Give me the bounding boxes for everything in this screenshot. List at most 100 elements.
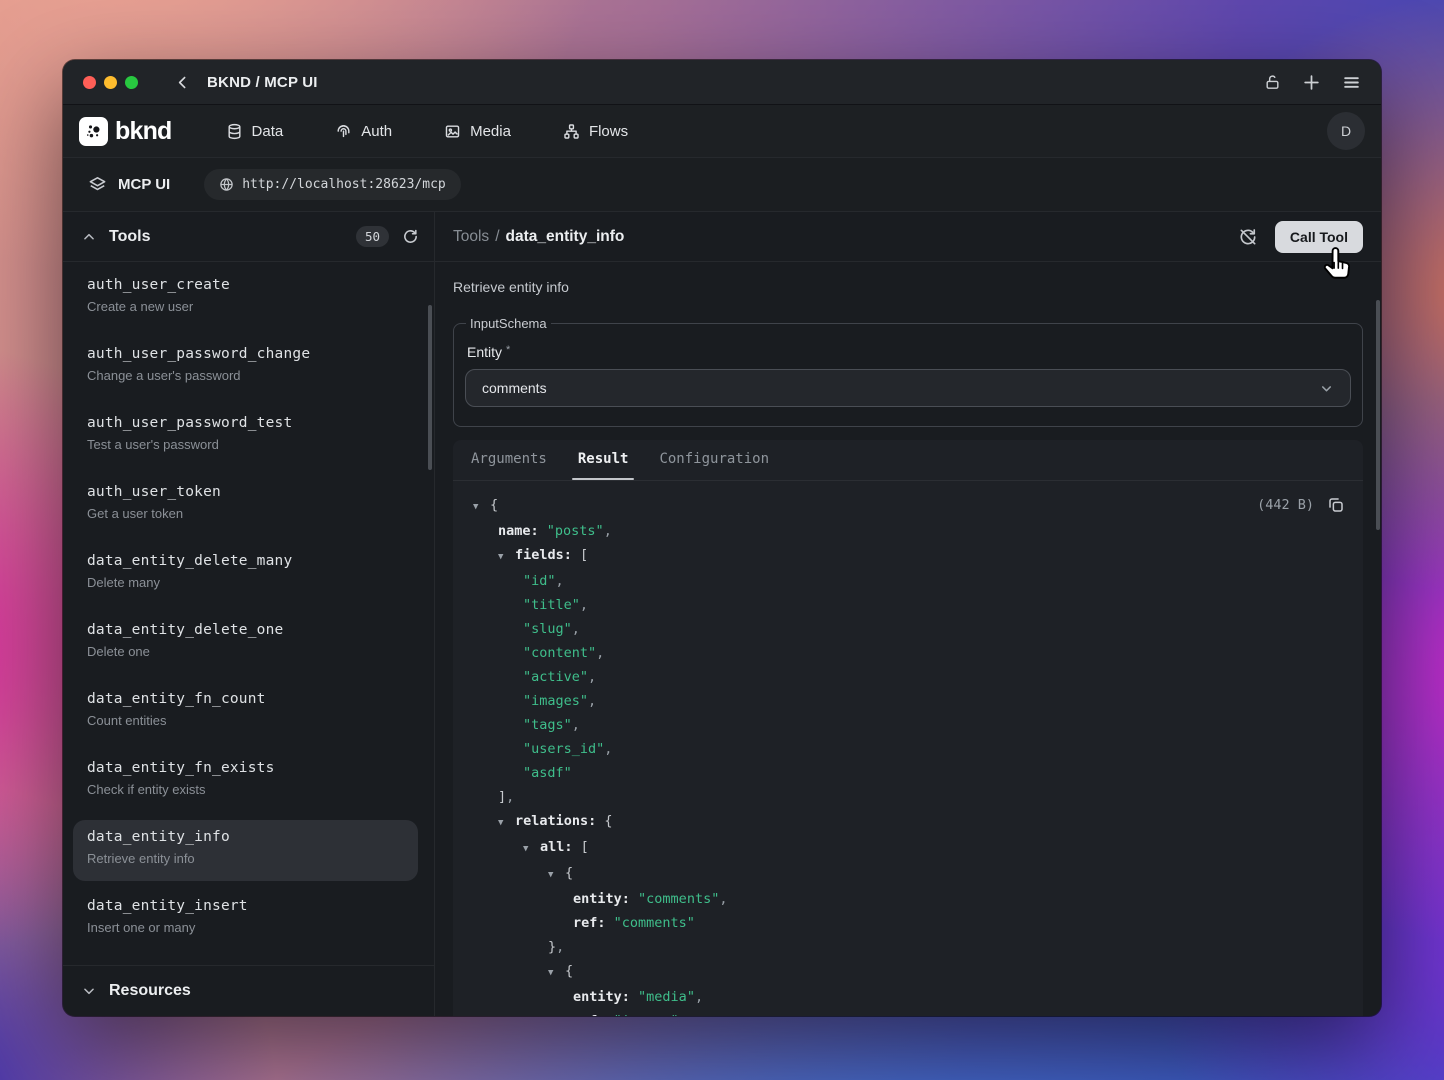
server-url[interactable]: http://localhost:28623/mcp [204,169,461,200]
tool-name: data_entity_info [87,829,404,845]
json-segment: , [572,621,580,637]
globe-icon [219,177,234,192]
tab-bar: Arguments Result Configuration [453,440,1363,481]
json-line: ▼{ [463,493,1347,519]
json-line: entity: "media", [463,985,1347,1009]
json-line: ▼fields: [ [463,543,1347,569]
tool-item-data_entity_insert[interactable]: data_entity_insertInsert one or many [73,889,418,950]
json-segment: "asdf" [523,765,572,781]
json-segment: "users_id" [523,741,604,757]
json-segment: "id" [523,573,556,589]
tool-item-data_entity_delete_one[interactable]: data_entity_delete_one Delete one [73,613,418,674]
json-line: }, [463,935,1347,959]
call-tool-button[interactable]: Call Tool [1275,221,1363,253]
traffic-lights [83,76,138,89]
refresh-icon[interactable] [402,228,419,245]
entity-select[interactable]: comments [465,369,1351,407]
tool-description: Delete one [87,644,404,659]
avatar[interactable]: D [1327,112,1365,150]
titlebar: BKND / MCP UI [63,60,1381,105]
json-line: name: "posts", [463,519,1347,543]
image-icon [444,123,461,140]
tool-name: data_entity_delete_many [87,553,404,569]
json-line: "asdf" [463,761,1347,785]
lock-open-icon[interactable] [1264,74,1281,91]
nav-item-label: Data [252,123,284,140]
main-header: Tools / data_entity_info Call Tool [435,212,1381,262]
tool-item-data_entity_fn_count[interactable]: data_entity_fn_countCount entities [73,682,418,743]
collapse-caret-icon[interactable]: ▼ [548,961,565,985]
nav-item-label: Auth [361,123,392,140]
tool-item-auth_user_password_test[interactable]: auth_user_password_testTest a user's pas… [73,406,418,467]
json-segment: , [580,597,588,613]
tools-section-header[interactable]: Tools 50 [63,212,434,262]
breadcrumb-tools[interactable]: Tools [453,228,489,246]
tool-list: auth_user_createCreate a new userauth_us… [63,262,434,965]
zoom-window-button[interactable] [125,76,138,89]
collapse-caret-icon[interactable]: ▼ [498,545,515,569]
brand-logo[interactable]: bknd [79,117,172,146]
tool-name: auth_user_create [87,277,404,293]
tool-description: Test a user's password [87,437,404,452]
back-icon[interactable] [174,74,191,91]
json-segment: , [695,989,703,1005]
json-segment: , [556,939,564,955]
input-schema-fieldset: InputSchema Entity* comments [453,316,1363,427]
json-line: ▼relations: { [463,809,1347,835]
workflow-icon [563,123,580,140]
nav-items: Data Auth Media Flows [226,123,629,140]
resources-section-header[interactable]: Resources [63,965,434,1016]
json-segment: "images" [523,693,588,709]
collapse-caret-icon[interactable]: ▼ [473,495,490,519]
fingerprint-icon [335,123,352,140]
result-card: ArgumentsResultConfiguration (442 B) ▼{n… [453,440,1363,1016]
copy-icon[interactable] [1327,496,1345,514]
tool-item-data_entity_delete_many[interactable]: data_entity_delete_manyDelete many [73,544,418,605]
json-segment: entity: [573,989,630,1005]
json-segment: [ [581,839,589,855]
tool-item-auth_user_password_change[interactable]: auth_user_password_changeChange a user's… [73,337,418,398]
new-tab-icon[interactable] [1302,73,1321,92]
json-line: ref: "comments" [463,911,1347,935]
app-navbar: bknd Data Auth Media Flows D [63,105,1381,158]
tool-description: Check if entity exists [87,782,404,797]
collapse-caret-icon[interactable]: ▼ [523,837,540,861]
nav-item-auth[interactable]: Auth [335,123,392,140]
tool-name: auth_user_token [87,484,404,500]
layers-icon [88,175,107,194]
json-segment: "tags" [523,717,572,733]
main-scrollbar[interactable] [1376,300,1380,530]
minimize-window-button[interactable] [104,76,117,89]
json-line: "users_id", [463,737,1347,761]
nav-item-data[interactable]: Data [226,123,284,140]
sidebar-scrollbar[interactable] [428,305,432,470]
tab-result[interactable]: Result [576,440,631,481]
json-segment: { [490,497,498,513]
collapse-caret-icon[interactable]: ▼ [548,863,565,887]
nav-item-flows[interactable]: Flows [563,123,628,140]
close-window-button[interactable] [83,76,96,89]
database-icon [226,123,243,140]
tool-item-data_entity_fn_exists[interactable]: data_entity_fn_existsCheck if entity exi… [73,751,418,812]
auto-refresh-off-icon[interactable] [1238,227,1258,247]
json-segment: { [565,963,573,979]
json-line: "slug", [463,617,1347,641]
collapse-caret-icon[interactable]: ▼ [498,811,515,835]
json-line: "active", [463,665,1347,689]
menu-icon[interactable] [1342,73,1361,92]
json-line: entity: "comments", [463,887,1347,911]
result-size-label: (442 B) [1257,493,1314,517]
json-line: ], [463,785,1347,809]
json-line: "content", [463,641,1347,665]
tool-name: data_entity_delete_one [87,622,404,638]
nav-item-media[interactable]: Media [444,123,511,140]
json-line: "images", [463,689,1347,713]
window-title: BKND / MCP UI [207,74,318,91]
tool-name: auth_user_password_change [87,346,404,362]
tab-arguments[interactable]: Arguments [469,440,549,481]
json-segment: "slug" [523,621,572,637]
tool-item-auth_user_token[interactable]: auth_user_tokenGet a user token [73,475,418,536]
tool-item-auth_user_create[interactable]: auth_user_createCreate a new user [73,268,418,329]
tool-item-data_entity_info[interactable]: data_entity_infoRetrieve entity info [73,820,418,881]
tab-configuration[interactable]: Configuration [657,440,771,481]
